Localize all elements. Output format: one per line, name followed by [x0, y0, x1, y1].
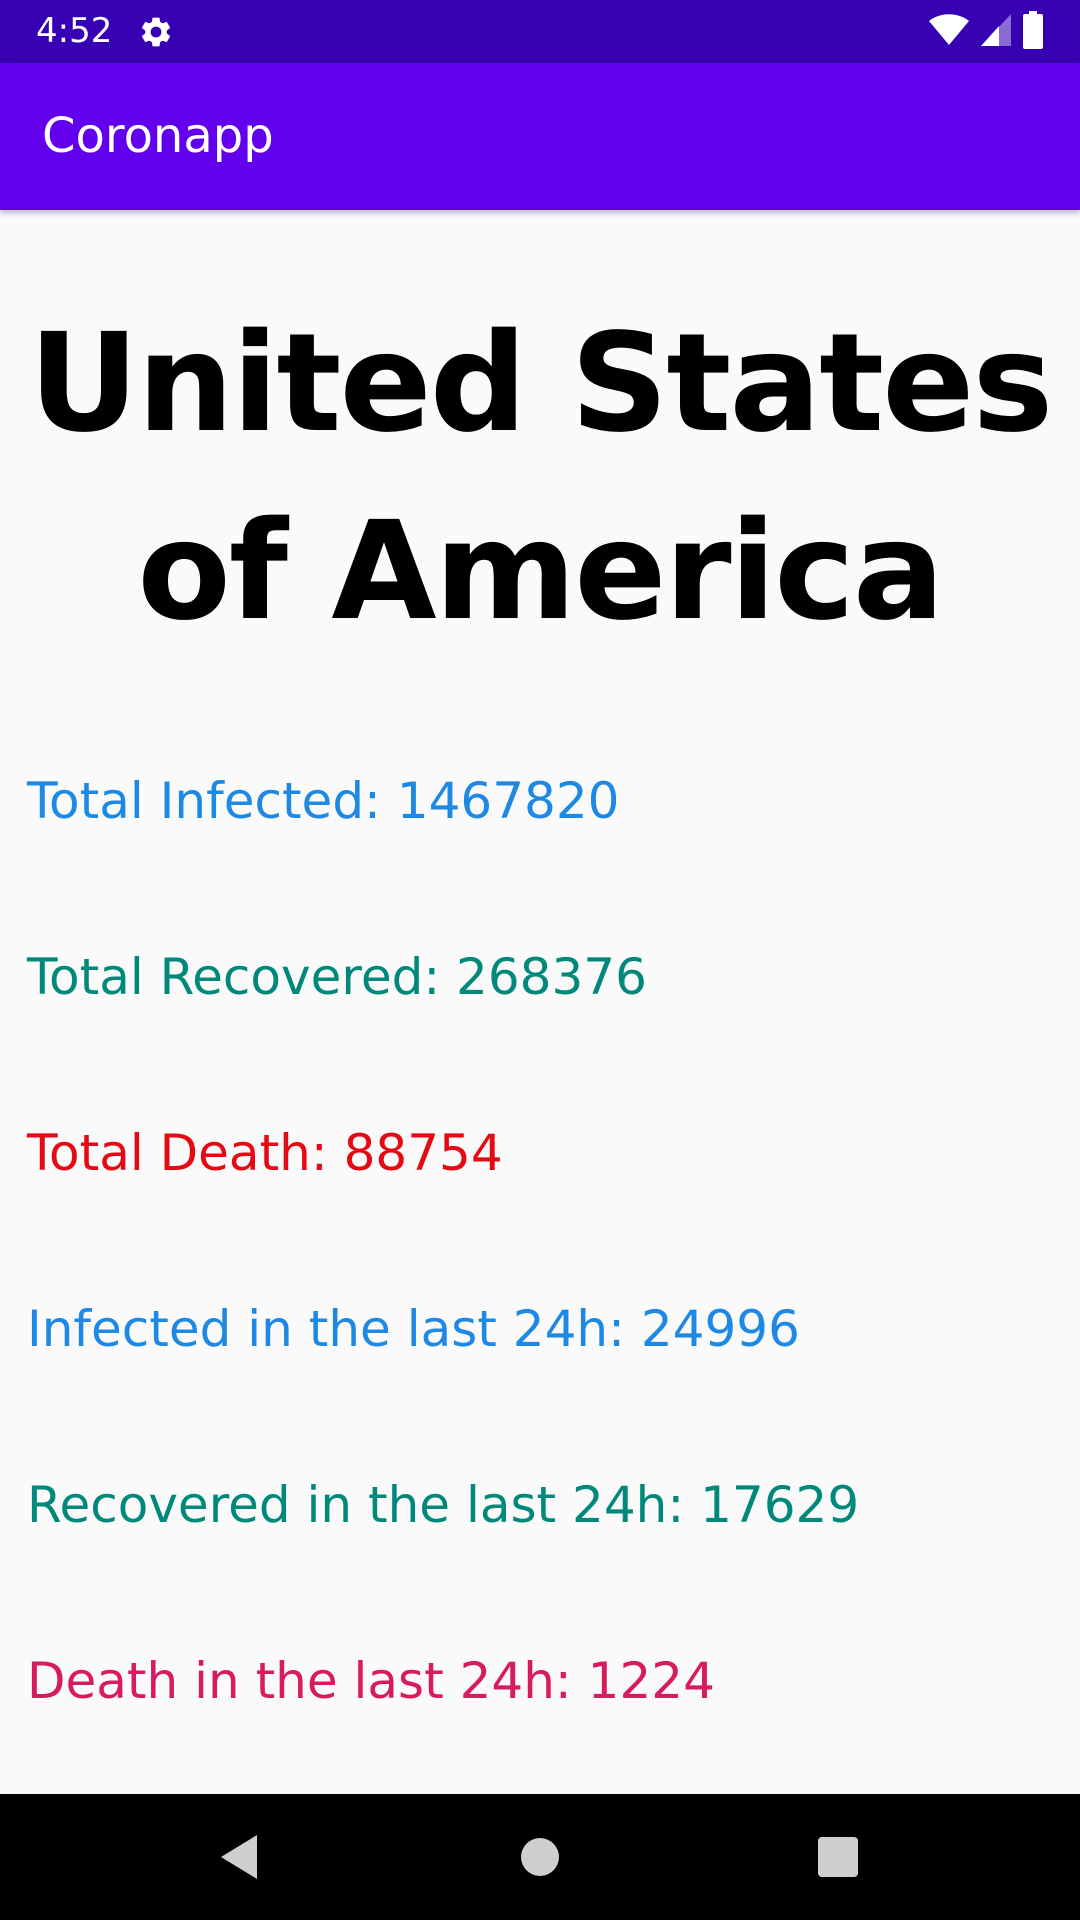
country-title: United States of America — [0, 290, 1080, 666]
signal-icon — [980, 13, 1012, 51]
navigation-bar — [0, 1794, 1080, 1920]
recents-icon[interactable] — [806, 1825, 870, 1889]
app-bar: Coronapp — [0, 63, 1080, 210]
recovered-24h-stat: Recovered in the last 24h: 17629 — [27, 1476, 860, 1534]
country-title-line-1: United States — [28, 305, 1054, 463]
home-icon[interactable] — [508, 1825, 572, 1889]
total-death-stat: Total Death: 88754 — [27, 1124, 503, 1182]
status-icons — [928, 11, 1044, 53]
battery-icon — [1022, 11, 1044, 53]
total-recovered-stat: Total Recovered: 268376 — [27, 948, 647, 1006]
infected-24h-stat: Infected in the last 24h: 24996 — [27, 1300, 800, 1358]
country-title-line-2: of America — [137, 493, 944, 651]
death-24h-stat: Death in the last 24h: 1224 — [27, 1652, 715, 1710]
gear-icon — [138, 14, 174, 50]
back-icon[interactable] — [207, 1825, 271, 1889]
app-title: Coronapp — [42, 108, 274, 164]
total-infected-stat: Total Infected: 1467820 — [27, 772, 620, 830]
status-time: 4:52 — [36, 11, 113, 51]
status-bar: 4:52 — [0, 0, 1080, 63]
wifi-icon — [928, 13, 970, 51]
